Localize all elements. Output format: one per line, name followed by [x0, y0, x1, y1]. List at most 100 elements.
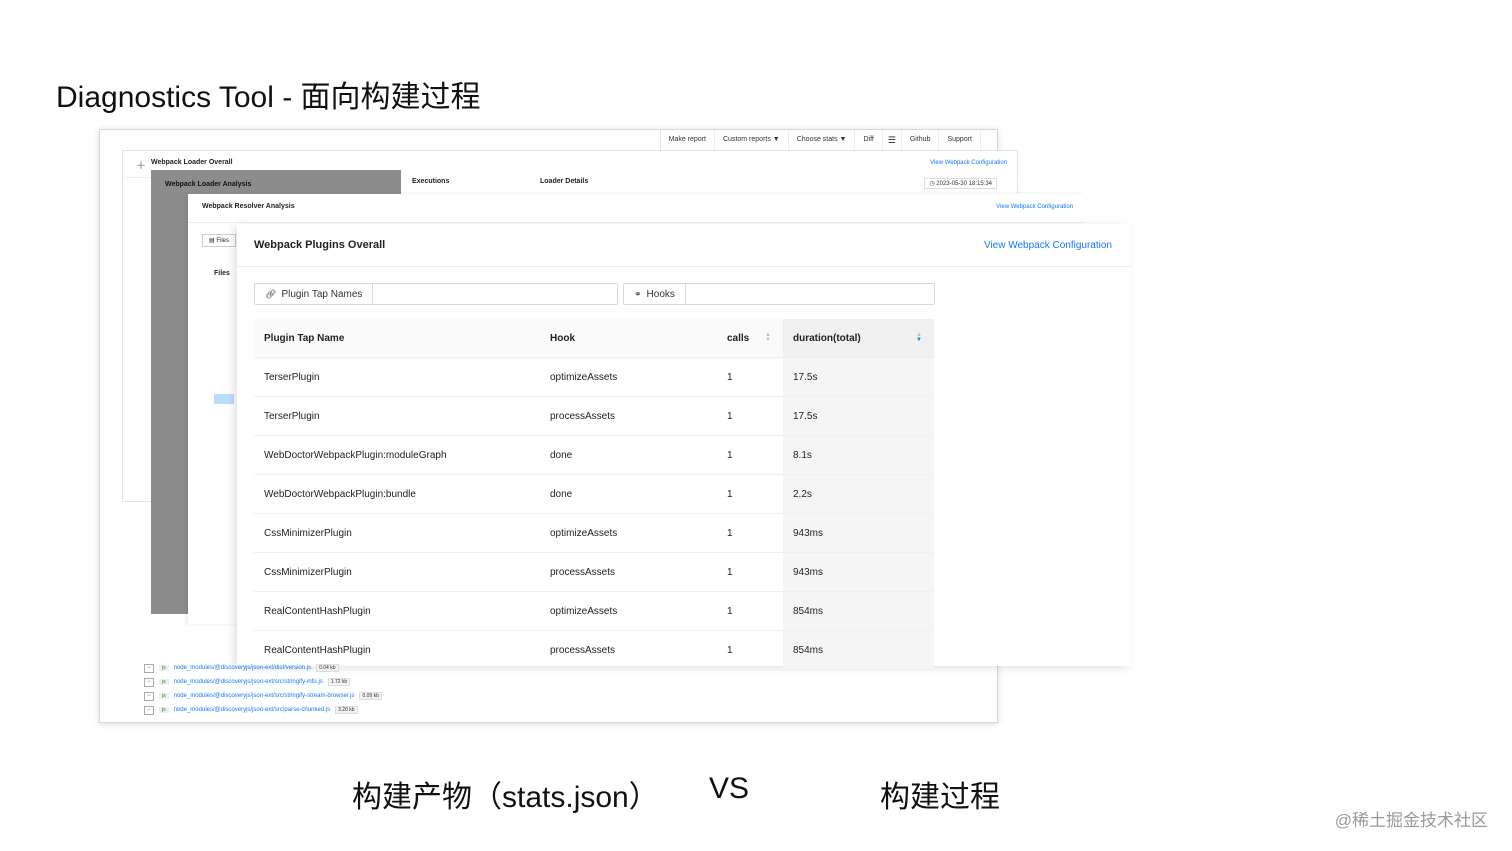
files-filter-label: Files [216, 238, 230, 244]
file-type-badge: js [159, 665, 169, 671]
table-row[interactable]: WebDoctorWebpackPlugin:bundle done 1 2.2s [254, 474, 934, 514]
cell-hook: optimizeAssets [540, 357, 717, 397]
nav-choose-stats[interactable]: Choose stats ▼ [789, 130, 856, 150]
cell-hook: done [540, 474, 717, 514]
executions-label: Executions [412, 178, 450, 185]
loader-overall-config-link[interactable]: View Webpack Configuration [930, 160, 1007, 166]
cell-plugin-tap-name: TerserPlugin [254, 357, 540, 397]
timestamp-badge: ◷ 2023-05-30 18:15:34 [924, 178, 997, 189]
nav-github[interactable]: Github [902, 130, 940, 150]
file-size-badge: 3.20 kb [335, 706, 358, 714]
plugins-table: Plugin Tap Name Hook calls ▲ ▼ duration(to… [254, 319, 934, 670]
cell-hook: optimizeAssets [540, 513, 717, 553]
table-row[interactable]: CssMinimizerPlugin processAssets 1 943ms [254, 552, 934, 592]
cell-plugin-tap-name: WebDoctorWebpackPlugin:bundle [254, 474, 540, 514]
cell-duration: 2.2s [783, 474, 934, 514]
cell-calls: 1 [717, 552, 783, 592]
nav-diff[interactable]: Diff [855, 130, 883, 150]
file-path-link[interactable]: node_modules/@discoveryjs/json-ext/src/s… [174, 679, 323, 685]
file-type-badge: js [159, 693, 169, 699]
file-row[interactable]: − js node_modules/@discoveryjs/json-ext/sr… [144, 675, 382, 689]
cell-plugin-tap-name: CssMinimizerPlugin [254, 513, 540, 553]
menu-icon[interactable]: ☰ [883, 130, 902, 150]
resolver-header: Webpack Resolver Analysis View Webpack C… [188, 194, 1085, 223]
table-row[interactable]: CssMinimizerPlugin optimizeAssets 1 943ms [254, 513, 934, 553]
plugin-tap-filter-label: 🔗︎ Plugin Tap Names [255, 284, 374, 304]
cell-plugin-tap-name: TerserPlugin [254, 396, 540, 436]
cell-hook: processAssets [540, 552, 717, 592]
hooks-input[interactable] [685, 284, 934, 304]
watermark: @稀土掘金技术社区 [1334, 811, 1488, 830]
cell-plugin-tap-name: CssMinimizerPlugin [254, 552, 540, 592]
loader-analysis-title: Webpack Loader Analysis [165, 181, 252, 188]
hooks-filter-text: Hooks [646, 289, 675, 300]
link-icon: 🔗︎ [265, 289, 277, 299]
cell-duration: 17.5s [783, 396, 934, 436]
cell-calls: 1 [717, 357, 783, 397]
col-plugin-tap-name: Plugin Tap Name [254, 319, 540, 358]
file-list: − js node_modules/@discoveryjs/json-ext/di… [144, 661, 382, 717]
table-row[interactable]: WebDoctorWebpackPlugin:moduleGraph done 1 8… [254, 435, 934, 475]
col-calls[interactable]: calls ▲ ▼ [717, 319, 783, 358]
table-row[interactable]: TerserPlugin optimizeAssets 1 17.5s [254, 357, 934, 397]
cell-duration: 854ms [783, 591, 934, 631]
cell-plugin-tap-name: RealContentHashPlugin [254, 591, 540, 631]
cell-duration: 8.1s [783, 435, 934, 475]
table-row[interactable]: RealContentHashPlugin optimizeAssets 1 854m… [254, 591, 934, 631]
nav-custom-reports[interactable]: Custom reports ▼ [715, 130, 789, 150]
cell-calls: 1 [717, 435, 783, 475]
col-duration-label: duration(total) [793, 332, 861, 344]
plugin-tap-input[interactable] [373, 284, 617, 304]
plugin-tap-filter-text: Plugin Tap Names [281, 289, 363, 300]
cell-calls: 1 [717, 513, 783, 553]
caption-build-output: 构建产物（stats.json） [352, 781, 659, 814]
plugins-header: Webpack Plugins Overall View Webpack Con… [237, 224, 1131, 267]
file-size-badge: 0.04 kb [316, 664, 339, 672]
resolver-config-link[interactable]: View Webpack Configuration [996, 204, 1073, 210]
loader-details-label: Loader Details [540, 178, 589, 185]
plugin-tap-filter: 🔗︎ Plugin Tap Names [254, 283, 618, 305]
selected-row-highlight [214, 394, 234, 404]
file-row[interactable]: − js node_modules/@discoveryjs/json-ext/sr… [144, 703, 382, 717]
cell-duration: 17.5s [783, 357, 934, 397]
col-calls-label: calls [727, 332, 750, 344]
expand-icon[interactable]: − [144, 691, 154, 701]
file-size-badge: 1.72 kb [327, 678, 351, 686]
plugins-config-link[interactable]: View Webpack Configuration [984, 240, 1112, 251]
file-path-link[interactable]: node_modules/@discoveryjs/json-ext/src/s… [174, 693, 355, 699]
hooks-filter-label: ⚭ Hooks [624, 284, 686, 304]
file-size-badge: 0.09 kb [359, 692, 382, 700]
file-row[interactable]: − js node_modules/@discoveryjs/json-ext/sr… [144, 689, 382, 703]
table-header-row: Plugin Tap Name Hook calls ▲ ▼ duration(to… [254, 319, 934, 358]
sort-icon[interactable]: ▲ ▼ [765, 332, 771, 343]
files-filter-button[interactable]: ▤ Files [202, 234, 237, 247]
file-type-badge: js [159, 707, 169, 713]
table-row[interactable]: TerserPlugin processAssets 1 17.5s [254, 396, 934, 436]
expand-icon[interactable]: − [144, 663, 154, 673]
hooks-filter: ⚭ Hooks [623, 283, 935, 305]
col-duration[interactable]: duration(total) ▲ ▼ [783, 319, 934, 358]
file-path-link[interactable]: node_modules/@discoveryjs/json-ext/src/p… [174, 707, 331, 713]
cell-calls: 1 [717, 591, 783, 631]
plugins-overall-panel: Webpack Plugins Overall View Webpack Con… [237, 224, 1131, 670]
sort-desc-icon[interactable]: ▲ ▼ [916, 332, 922, 343]
nav-make-report[interactable]: Make report [661, 130, 715, 150]
cell-hook: processAssets [540, 396, 717, 436]
resolver-title: Webpack Resolver Analysis [202, 203, 295, 210]
file-row[interactable]: − js node_modules/@discoveryjs/json-ext/di… [144, 661, 382, 675]
cell-duration: 943ms [783, 513, 934, 553]
file-path-link[interactable]: node_modules/@discoveryjs/json-ext/dist/… [174, 665, 311, 671]
plus-icon[interactable]: ＋ [136, 157, 146, 172]
top-nav: Make report Custom reports ▼ Choose stat… [659, 130, 981, 150]
expand-icon[interactable]: − [144, 705, 154, 715]
slide-title: Diagnostics Tool - 面向构建过程 [56, 81, 481, 114]
cell-calls: 1 [717, 396, 783, 436]
hooks-icon: ⚭ [634, 289, 642, 299]
caption-build-process: 构建过程 [880, 781, 1000, 814]
nav-support[interactable]: Support [939, 130, 981, 150]
expand-icon[interactable]: − [144, 677, 154, 687]
cell-hook: done [540, 435, 717, 475]
files-heading: Files [214, 270, 230, 277]
timestamp-text: 2023-05-30 18:15:34 [936, 181, 992, 187]
cell-hook: optimizeAssets [540, 591, 717, 631]
